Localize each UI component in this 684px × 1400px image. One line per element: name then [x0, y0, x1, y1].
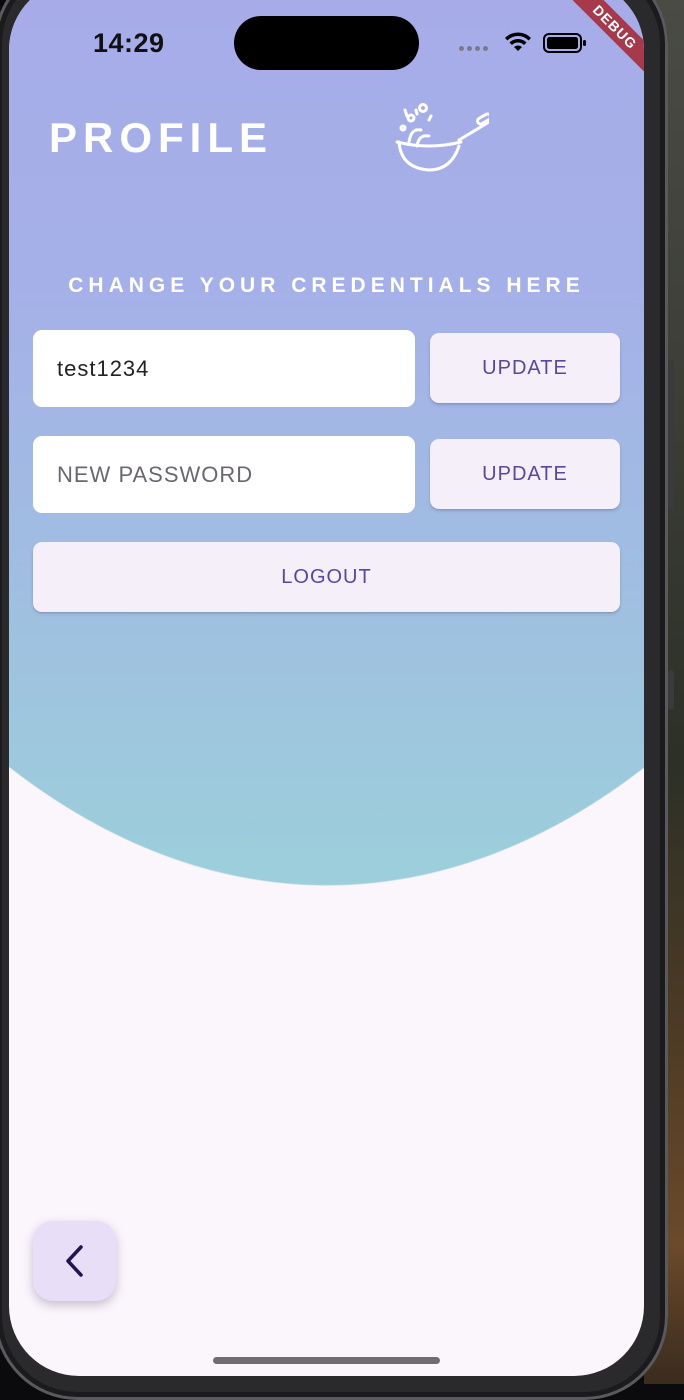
credentials-heading: CHANGE YOUR CREDENTIALS HERE: [68, 274, 585, 297]
new-password-input[interactable]: [57, 461, 391, 488]
home-indicator: [213, 1357, 440, 1364]
username-input[interactable]: [57, 355, 391, 382]
side-button: [668, 360, 674, 510]
logout-button[interactable]: LOGOUT: [33, 542, 620, 612]
wifi-icon: [505, 32, 531, 51]
new-password-field[interactable]: [33, 436, 415, 513]
side-button: [668, 670, 674, 710]
status-time: 14:29: [93, 28, 165, 58]
page-title: PROFILE: [49, 114, 274, 161]
back-button[interactable]: [33, 1221, 116, 1301]
update-password-button[interactable]: UPDATE: [430, 439, 620, 509]
status-icons: [459, 30, 599, 60]
app-screen: 14:29 DEBUG PROFILE CHANGE YOUR CREDENTI…: [9, 0, 644, 1376]
chevron-left-icon: [65, 1245, 83, 1277]
battery-icon: [543, 33, 586, 53]
dynamic-island: [234, 16, 419, 70]
wok-tossing-icon: [395, 103, 489, 172]
username-field[interactable]: [33, 330, 415, 407]
update-username-button[interactable]: UPDATE: [430, 333, 620, 403]
cellular-signal-icon: [459, 46, 488, 51]
